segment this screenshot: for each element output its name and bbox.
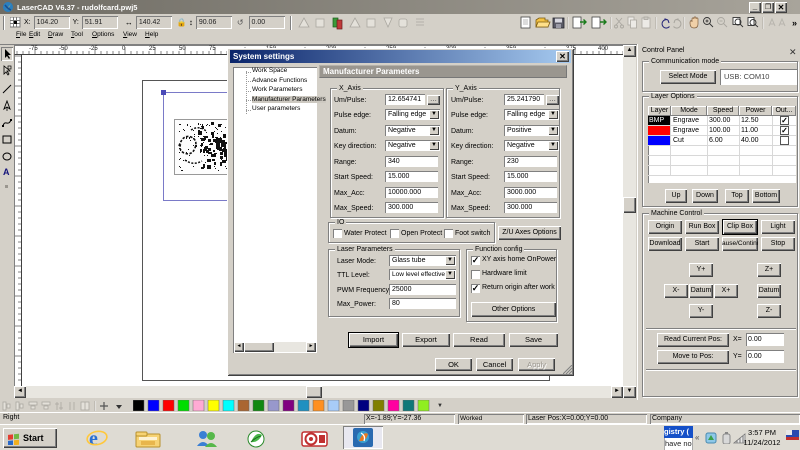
svg-text:»: » — [792, 18, 797, 28]
